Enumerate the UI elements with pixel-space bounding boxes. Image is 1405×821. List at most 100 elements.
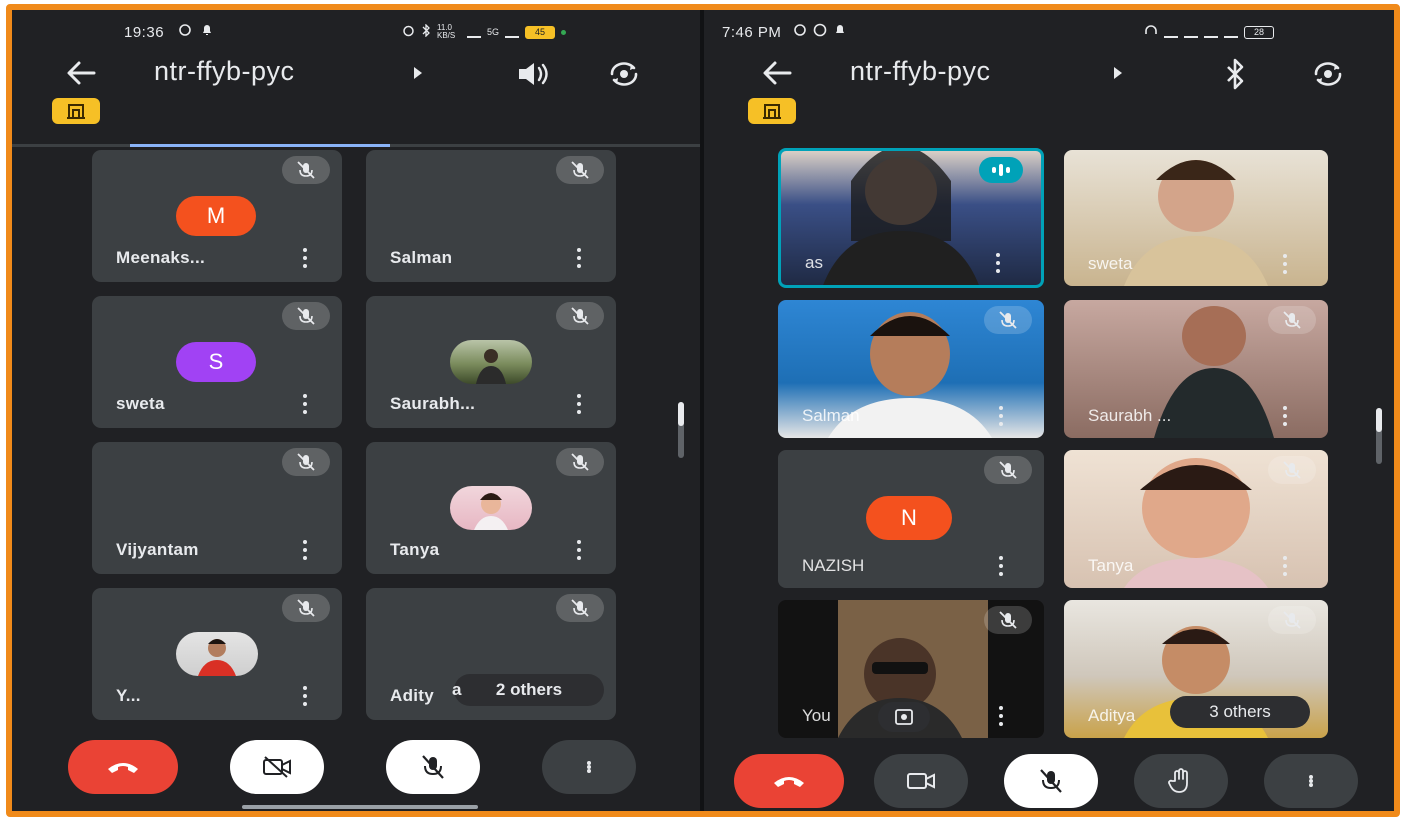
effects-icon bbox=[895, 709, 913, 725]
participant-name: Meenaks... bbox=[116, 248, 205, 267]
others-pill[interactable]: 3 others bbox=[1170, 696, 1310, 728]
participant-tile[interactable]: S sweta bbox=[92, 296, 342, 428]
mic-off-icon bbox=[422, 755, 444, 779]
participant-video-tile[interactable]: as bbox=[778, 148, 1044, 288]
self-video-tile[interactable]: You bbox=[778, 600, 1044, 738]
mic-muted-icon bbox=[1268, 456, 1316, 484]
scrollbar[interactable] bbox=[1376, 408, 1382, 464]
others-pill-name-suffix: a bbox=[452, 680, 462, 699]
participant-name: Saurabh... bbox=[390, 394, 476, 413]
host-controls-badge[interactable] bbox=[748, 98, 796, 124]
host-controls-badge[interactable] bbox=[52, 98, 100, 124]
participant-name: Vijyantam bbox=[116, 540, 199, 559]
participant-tile[interactable]: Y... bbox=[92, 588, 342, 720]
status-bar: 19:36 bbox=[124, 22, 214, 42]
participant-name: NAZISH bbox=[802, 556, 865, 575]
mic-muted-icon bbox=[556, 156, 604, 184]
camera-on-button[interactable] bbox=[874, 754, 968, 808]
more-vert-icon[interactable] bbox=[576, 248, 582, 268]
network-speed: 11.0 KB/S bbox=[437, 23, 456, 40]
participant-tile[interactable]: Vijyantam bbox=[92, 442, 342, 574]
participant-video-tile[interactable]: Tanya bbox=[1064, 450, 1328, 588]
participant-name: Tanya bbox=[1088, 556, 1134, 575]
effects-button[interactable] bbox=[878, 702, 930, 732]
participant-tile[interactable]: Salman bbox=[366, 150, 616, 282]
meeting-details-caret-icon[interactable] bbox=[414, 67, 422, 79]
mic-off-button[interactable] bbox=[386, 740, 480, 794]
camera-off-button[interactable] bbox=[230, 740, 324, 794]
more-options-button[interactable] bbox=[542, 740, 636, 794]
back-arrow-icon[interactable] bbox=[760, 58, 794, 88]
mic-off-button[interactable] bbox=[1004, 754, 1098, 808]
speaker-icon[interactable] bbox=[514, 58, 550, 90]
more-vert-icon[interactable] bbox=[302, 686, 308, 706]
signal-icon bbox=[1164, 27, 1178, 38]
participant-video-tile[interactable]: Saurabh ... bbox=[1064, 300, 1328, 438]
mic-muted-icon bbox=[556, 448, 604, 476]
status-time: 19:36 bbox=[124, 23, 165, 41]
participant-tile[interactable]: Saurabh... bbox=[366, 296, 616, 428]
scrollbar-thumb[interactable] bbox=[678, 402, 684, 426]
network-type: 5G bbox=[487, 27, 500, 37]
mic-off-icon bbox=[1040, 769, 1062, 793]
more-vert-icon[interactable] bbox=[1282, 406, 1288, 426]
scrollbar[interactable] bbox=[678, 402, 684, 458]
participant-video-tile[interactable]: Aditya 3 others bbox=[1064, 600, 1328, 738]
more-vert-icon[interactable] bbox=[302, 540, 308, 560]
switch-camera-icon[interactable] bbox=[1308, 58, 1344, 90]
alarm-icon bbox=[402, 24, 415, 40]
participant-tile[interactable]: N NAZISH bbox=[778, 450, 1044, 588]
end-call-button[interactable] bbox=[68, 740, 178, 794]
raise-hand-button[interactable] bbox=[1134, 754, 1228, 808]
avatar: N bbox=[866, 496, 952, 540]
mic-muted-icon bbox=[556, 302, 604, 330]
home-indicator[interactable] bbox=[242, 805, 478, 809]
more-vert-icon[interactable] bbox=[302, 394, 308, 414]
others-pill[interactable]: a 2 others bbox=[452, 674, 604, 706]
bluetooth-icon[interactable] bbox=[1220, 58, 1256, 90]
more-vert-icon[interactable] bbox=[576, 394, 582, 414]
more-vert-icon[interactable] bbox=[998, 706, 1004, 726]
participant-tile[interactable]: M Meenaks... bbox=[92, 150, 342, 282]
status-time: 7:46 PM bbox=[722, 23, 782, 41]
scrollbar-thumb[interactable] bbox=[1376, 408, 1382, 432]
headset-icon bbox=[1144, 24, 1158, 40]
active-tab-indicator bbox=[130, 144, 390, 147]
back-arrow-icon[interactable] bbox=[64, 58, 98, 88]
signal-icon bbox=[467, 27, 481, 38]
end-call-button[interactable] bbox=[734, 754, 844, 808]
participant-name: as bbox=[805, 253, 823, 272]
participant-name: Aditya bbox=[1088, 706, 1136, 725]
mic-muted-icon bbox=[282, 448, 330, 476]
mic-muted-icon bbox=[282, 302, 330, 330]
meeting-code[interactable]: ntr-ffyb-pyc bbox=[850, 56, 991, 87]
participant-tile[interactable]: Adity a 2 others bbox=[366, 588, 616, 720]
participant-name: Adity bbox=[390, 686, 434, 705]
more-options-button[interactable] bbox=[1264, 754, 1358, 808]
avatar-photo bbox=[176, 632, 258, 676]
screenshot-frame: 19:36 11.0 KB/S 5G 45 ntr-ffyb-pyc M Mee… bbox=[6, 4, 1400, 817]
participant-tile[interactable]: Tanya bbox=[366, 442, 616, 574]
meeting-code[interactable]: ntr-ffyb-pyc bbox=[154, 56, 295, 87]
participant-video-tile[interactable]: sweta bbox=[1064, 150, 1328, 286]
host-controls-icon bbox=[763, 104, 781, 119]
more-vert-icon[interactable] bbox=[998, 556, 1004, 576]
avatar: S bbox=[176, 342, 256, 382]
camera-off-icon bbox=[263, 756, 291, 778]
more-vert-icon[interactable] bbox=[302, 248, 308, 268]
signal-icon-2 bbox=[1184, 27, 1198, 38]
more-vert-icon[interactable] bbox=[1282, 254, 1288, 274]
more-vert-icon[interactable] bbox=[1282, 556, 1288, 576]
switch-camera-icon[interactable] bbox=[604, 58, 640, 90]
participant-name: Saurabh ... bbox=[1088, 406, 1172, 425]
meeting-details-caret-icon[interactable] bbox=[1114, 67, 1122, 79]
notification-bell-icon bbox=[200, 23, 214, 41]
participant-video-tile[interactable]: Salman bbox=[778, 300, 1044, 438]
more-vert-icon[interactable] bbox=[995, 253, 1001, 273]
right-phone-screen: 7:46 PM 28 ntr-ffyb-pyc as sweta Salman … bbox=[704, 10, 1394, 811]
mic-muted-icon bbox=[984, 306, 1032, 334]
more-vert-icon[interactable] bbox=[576, 540, 582, 560]
mic-muted-icon bbox=[984, 606, 1032, 634]
more-vert-icon[interactable] bbox=[998, 406, 1004, 426]
participant-name: sweta bbox=[1088, 254, 1133, 273]
